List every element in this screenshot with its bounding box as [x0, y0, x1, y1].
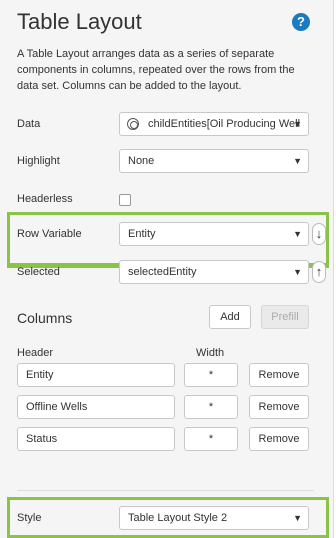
column-width-input[interactable]: *	[184, 363, 238, 387]
columns-title: Columns	[17, 310, 73, 326]
column-header-input[interactable]: Offline Wells	[17, 395, 175, 419]
header-column-label: Header	[17, 347, 54, 359]
style-select-value: Table Layout Style 2	[128, 512, 228, 524]
selected-value: selectedEntity	[128, 266, 197, 278]
data-select-value: childEntities[Oil Producing Well	[148, 118, 301, 130]
chevron-down-icon: ▼	[293, 513, 302, 523]
panel-description: A Table Layout arranges data as a series…	[17, 48, 295, 92]
add-column-button[interactable]: Add	[209, 305, 251, 329]
data-label: Data	[17, 118, 41, 130]
column-width-input[interactable]: *	[184, 427, 238, 451]
arrow-up-icon[interactable]: ↑	[312, 261, 326, 283]
panel-title: Table Layout	[17, 9, 142, 34]
chevron-down-icon: ▼	[293, 119, 302, 129]
prefill-button[interactable]: Prefill	[261, 305, 309, 329]
chevron-down-icon: ▼	[293, 156, 302, 166]
remove-column-button[interactable]: Remove	[249, 395, 309, 419]
headerless-label: Headerless	[17, 193, 73, 205]
help-icon[interactable]: ?	[292, 13, 310, 31]
remove-column-button[interactable]: Remove	[249, 363, 309, 387]
remove-column-button[interactable]: Remove	[249, 427, 309, 451]
selected-label: Selected	[17, 266, 60, 278]
column-width-input[interactable]: *	[184, 395, 238, 419]
column-header-input[interactable]: Entity	[17, 363, 175, 387]
column-header-input[interactable]: Status	[17, 427, 175, 451]
highlight-select-value: None	[128, 155, 155, 167]
data-select[interactable]: childEntities[Oil Producing Well ▼	[119, 112, 309, 136]
headerless-checkbox[interactable]	[119, 194, 131, 206]
selected-select[interactable]: selectedEntity ▼	[119, 260, 309, 284]
chevron-down-icon: ▼	[293, 267, 302, 277]
highlight-label: Highlight	[17, 155, 60, 167]
style-label: Style	[17, 512, 42, 524]
highlight-select[interactable]: None ▼	[119, 149, 309, 173]
width-column-label: Width	[196, 347, 225, 359]
datasource-icon	[127, 118, 139, 130]
table-layout-panel: Table Layout ? A Table Layout arranges d…	[0, 0, 334, 538]
divider	[17, 490, 314, 491]
style-select[interactable]: Table Layout Style 2 ▼	[119, 506, 309, 530]
